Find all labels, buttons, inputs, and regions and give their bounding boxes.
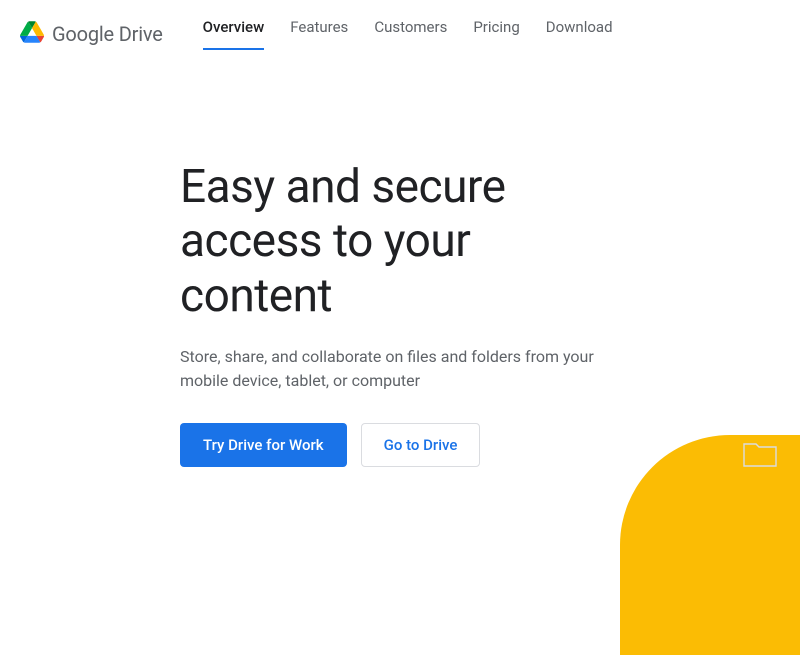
hero-subtitle: Store, share, and collaborate on files a…	[180, 345, 620, 393]
hero-title: Easy and secure access to your content	[180, 160, 620, 323]
hero-buttons: Try Drive for Work Go to Drive	[180, 423, 620, 467]
nav: Overview Features Customers Pricing Down…	[203, 18, 613, 50]
nav-download[interactable]: Download	[546, 18, 613, 50]
folder-outline-icon	[742, 438, 778, 472]
go-to-drive-button[interactable]: Go to Drive	[361, 423, 481, 467]
nav-features[interactable]: Features	[290, 18, 348, 50]
try-drive-for-work-button[interactable]: Try Drive for Work	[180, 423, 347, 467]
header: Google Drive Overview Features Customers…	[0, 0, 800, 50]
nav-pricing[interactable]: Pricing	[473, 18, 519, 50]
drive-logo-icon	[20, 21, 44, 47]
nav-overview[interactable]: Overview	[203, 18, 265, 50]
brand[interactable]: Google Drive	[20, 21, 163, 47]
hero: Easy and secure access to your content S…	[0, 50, 620, 467]
nav-customers[interactable]: Customers	[374, 18, 447, 50]
brand-name: Google Drive	[52, 22, 163, 46]
